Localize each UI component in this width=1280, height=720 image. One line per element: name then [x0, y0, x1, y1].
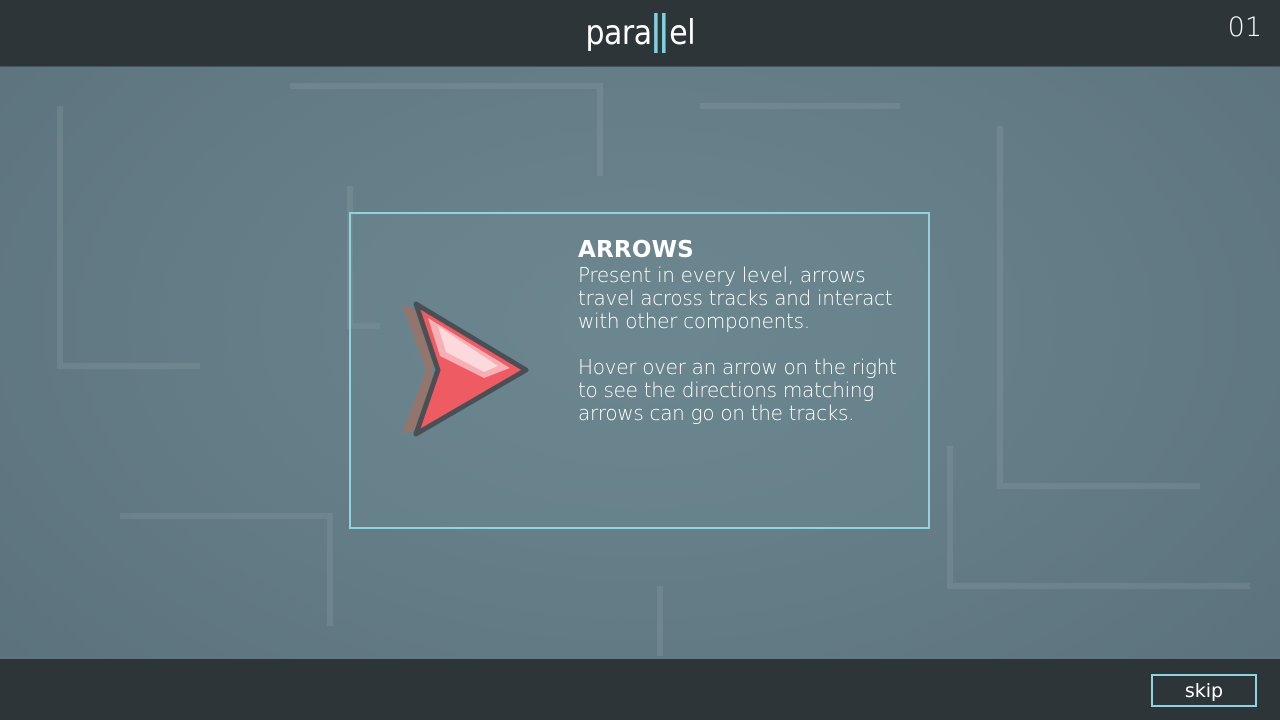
tutorial-title: ARROWS — [578, 237, 694, 263]
game-logo: para el — [0, 0, 1280, 66]
game-screen: para el 01 ARROWS Present in every level… — [0, 0, 1280, 720]
top-bar: para el 01 — [0, 0, 1280, 67]
bottom-bar — [0, 659, 1280, 720]
tutorial-paragraph-1: Present in every level, arrows travel ac… — [578, 263, 893, 333]
arrow-icon[interactable] — [398, 298, 532, 440]
skip-button[interactable]: skip — [1151, 674, 1257, 707]
logo-text-prefix: para — [585, 13, 652, 53]
level-number: 01 — [1227, 12, 1262, 43]
logo-text-suffix: el — [668, 13, 695, 53]
logo-parallel-bars-icon — [654, 13, 666, 53]
tutorial-paragraph-2: Hover over an arrow on the right to see … — [578, 355, 897, 425]
tutorial-text: ARROWS Present in every level, arrows tr… — [578, 236, 918, 425]
